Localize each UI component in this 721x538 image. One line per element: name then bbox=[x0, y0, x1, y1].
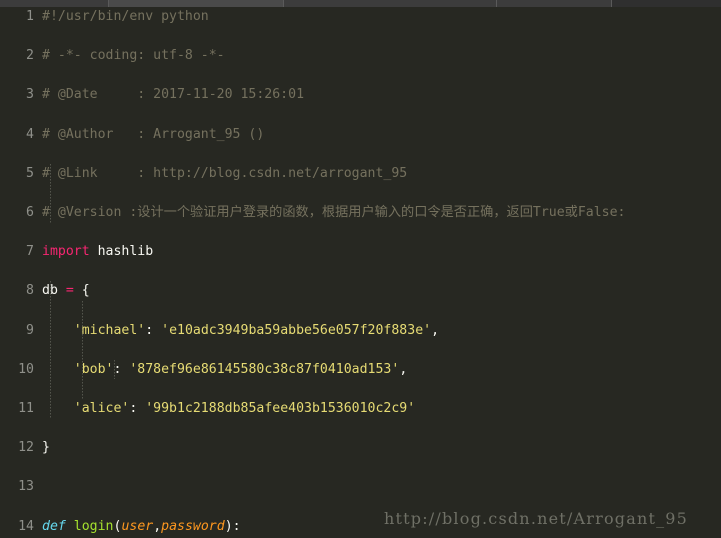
token: import bbox=[42, 244, 90, 260]
editor-tab-3[interactable] bbox=[497, 0, 612, 7]
code-line[interactable]: 2 # -*- coding: utf-8 -*- bbox=[0, 46, 721, 66]
line-number: 11 bbox=[18, 400, 34, 416]
code-line[interactable]: 11 'alice': '99b1c2188db85afee403b153601… bbox=[0, 399, 721, 419]
code-line[interactable]: 8 db = { bbox=[0, 281, 721, 301]
code-line-text: import hashlib bbox=[42, 242, 153, 262]
code-line-text: # -*- coding: utf-8 -*- bbox=[42, 46, 225, 66]
token: : bbox=[145, 322, 162, 338]
token: { bbox=[73, 283, 90, 299]
line-number: 8 bbox=[26, 283, 34, 299]
token: , bbox=[431, 322, 440, 338]
token: def bbox=[42, 518, 66, 534]
token: = bbox=[65, 283, 74, 299]
token: login bbox=[73, 518, 114, 534]
token: : bbox=[129, 400, 146, 416]
token: # @Link : http://blog.csdn.net/arrogant_… bbox=[42, 165, 408, 181]
code-editor-window: 1 #!/usr/bin/env python 2 # -*- coding: utf… bbox=[0, 0, 721, 538]
token: 'bob' bbox=[73, 361, 114, 377]
code-line-text: } bbox=[42, 438, 50, 458]
line-number: 7 bbox=[26, 244, 34, 260]
code-line-text: 'michael': 'e10adc3949ba59abbe56e057f20f… bbox=[42, 321, 439, 341]
line-number: 10 bbox=[18, 361, 34, 377]
line-number: 4 bbox=[26, 126, 34, 142]
token: , bbox=[399, 361, 408, 377]
token: , bbox=[153, 518, 162, 534]
editor-text-area[interactable]: 1 #!/usr/bin/env python 2 # -*- coding: utf… bbox=[0, 7, 721, 538]
code-line[interactable]: 5 # @Link : http://blog.csdn.net/arrogant… bbox=[0, 164, 721, 184]
line-number: 3 bbox=[26, 87, 34, 103]
token: # @Date : 2017-11-20 15:26:01 bbox=[42, 87, 305, 103]
code-line[interactable]: 4 # @Author : Arrogant_95 () bbox=[0, 125, 721, 145]
code-line-text: 'alice': '99b1c2188db85afee403b1536010c2… bbox=[42, 399, 415, 419]
token: db bbox=[42, 283, 66, 299]
token: ): bbox=[224, 518, 241, 534]
token: 'alice' bbox=[73, 400, 130, 416]
code-line-text: db = { bbox=[42, 281, 90, 301]
code-line[interactable]: 9 'michael': 'e10adc3949ba59abbe56e057f2… bbox=[0, 321, 721, 341]
tab-bar-empty-space bbox=[612, 0, 721, 7]
token: #!/usr/bin/env python bbox=[42, 9, 209, 24]
code-line-text: 'bob': '878ef96e86145580c38c87f0410ad153… bbox=[42, 360, 408, 380]
code-line[interactable]: 12} bbox=[0, 438, 721, 458]
code-line[interactable]: 6 # @Version :设计一个验证用户登录的函数，根据用户输入的口令是否正确… bbox=[0, 203, 721, 223]
token: 'e10adc3949ba59abbe56e057f20f883e' bbox=[161, 322, 432, 338]
token: } bbox=[42, 440, 50, 456]
line-number: 9 bbox=[26, 322, 34, 338]
code-line-text: def login(user,password): bbox=[42, 517, 241, 537]
editor-tab-1[interactable] bbox=[109, 0, 284, 7]
token: hashlib bbox=[89, 244, 154, 260]
code-line[interactable]: 10 'bob': '878ef96e86145580c38c87f0410ad… bbox=[0, 360, 721, 380]
code-line-text: #!/usr/bin/env python bbox=[42, 7, 209, 27]
token: # -*- coding: utf-8 -*- bbox=[42, 48, 225, 64]
token: password bbox=[161, 518, 225, 534]
token: '99b1c2188db85afee403b1536010c2c9' bbox=[145, 400, 416, 416]
line-number: 14 bbox=[18, 518, 34, 534]
code-line-text: # @Date : 2017-11-20 15:26:01 bbox=[42, 85, 304, 105]
code-lines: 1 #!/usr/bin/env python 2 # -*- coding: utf… bbox=[0, 7, 721, 538]
token: # @Author : Arrogant_95 () bbox=[42, 126, 265, 142]
line-number: 5 bbox=[26, 165, 34, 181]
code-line-text: # @Author : Arrogant_95 () bbox=[42, 125, 264, 145]
token: # @Version :设计一个验证用户登录的函数，根据用户输入的口令是否正确，… bbox=[42, 204, 626, 220]
line-number: 13 bbox=[18, 479, 34, 495]
line-number: 1 bbox=[26, 9, 34, 24]
editor-tab-0[interactable] bbox=[0, 0, 109, 7]
code-line[interactable]: 3 # @Date : 2017-11-20 15:26:01 bbox=[0, 85, 721, 105]
code-line[interactable]: 1 #!/usr/bin/env python bbox=[0, 7, 721, 27]
code-line[interactable]: 13 bbox=[0, 477, 721, 497]
token: '878ef96e86145580c38c87f0410ad153' bbox=[129, 361, 400, 377]
editor-tab-2[interactable] bbox=[284, 0, 497, 7]
line-number: 2 bbox=[26, 48, 34, 64]
line-number: 12 bbox=[18, 440, 34, 456]
line-number: 6 bbox=[26, 204, 34, 220]
token: : bbox=[113, 361, 130, 377]
code-line[interactable]: 7 import hashlib bbox=[0, 242, 721, 262]
token: user bbox=[121, 518, 154, 534]
indent-guide bbox=[82, 301, 83, 399]
code-line-text: # @Link : http://blog.csdn.net/arrogant_… bbox=[42, 164, 407, 184]
code-line-text: # @Version :设计一个验证用户登录的函数，根据用户输入的口令是否正确，… bbox=[42, 203, 625, 223]
code-line[interactable]: 14 def login(user,password): bbox=[0, 517, 721, 537]
token: 'michael' bbox=[73, 322, 146, 338]
